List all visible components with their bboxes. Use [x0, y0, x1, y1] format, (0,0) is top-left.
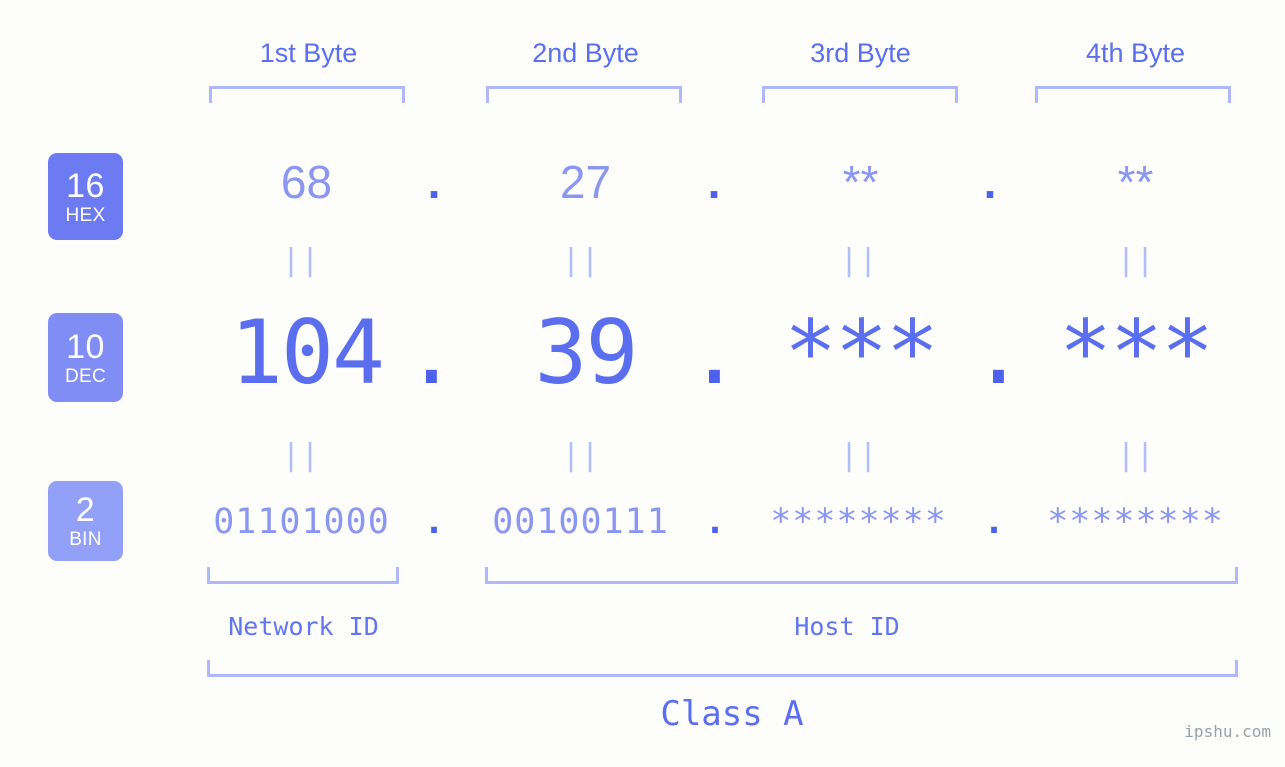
base-badge-bin-number: 2 [75, 491, 96, 529]
equals-connector-hex-dec-3: || [839, 243, 879, 278]
byte-bracket-top-4 [1035, 86, 1231, 103]
base-badge-hex-number: 16 [66, 166, 105, 205]
hex-separator-1: . [427, 156, 441, 208]
byte-bracket-top-3 [762, 86, 958, 103]
equals-connector-hex-dec-4: || [1116, 243, 1156, 278]
hex-byte-4: ** [1117, 156, 1154, 208]
base-badge-dec-number: 10 [66, 327, 105, 366]
host-id-bracket [485, 567, 1238, 584]
base-badge-hex: 16 HEX [48, 153, 123, 240]
equals-connector-hex-dec-2: || [561, 243, 601, 278]
bin-byte-3: ******** [770, 502, 947, 542]
hex-separator-2: . [707, 156, 721, 208]
hex-byte-1: 68 [280, 156, 333, 208]
ip-byte-breakdown-diagram: 1st Byte 2nd Byte 3rd Byte 4th Byte 16 H… [0, 0, 1285, 767]
byte-bracket-top-1 [209, 86, 405, 103]
byte-bracket-top-2 [486, 86, 682, 103]
base-badge-dec-name: DEC [64, 365, 106, 387]
dec-byte-4: *** [1059, 301, 1214, 404]
equals-connector-dec-bin-3: || [839, 438, 879, 473]
bin-separator-3: . [983, 502, 1005, 542]
network-id-label: Network ID [228, 612, 379, 641]
bin-byte-2: 00100111 [492, 502, 669, 542]
bin-byte-4: ******** [1047, 502, 1224, 542]
bin-separator-1: . [423, 502, 445, 542]
base-badge-hex-name: HEX [65, 204, 106, 226]
bin-byte-1: 01101000 [213, 502, 390, 542]
hex-byte-3: ** [842, 156, 879, 208]
dec-separator-1: . [405, 301, 458, 404]
base-badge-bin: 2 BIN [48, 481, 123, 561]
equals-connector-dec-bin-2: || [561, 438, 601, 473]
base-badge-bin-name: BIN [69, 529, 102, 550]
byte-header-2: 2nd Byte [532, 38, 639, 68]
equals-connector-hex-dec-1: || [281, 243, 321, 278]
byte-header-3: 3rd Byte [810, 38, 911, 68]
base-badge-dec: 10 DEC [48, 313, 123, 402]
hex-byte-2: 27 [559, 156, 612, 208]
bin-separator-2: . [704, 502, 726, 542]
equals-connector-dec-bin-1: || [281, 438, 321, 473]
equals-connector-dec-bin-4: || [1116, 438, 1156, 473]
dec-byte-1: 104 [230, 301, 385, 404]
site-watermark: ipshu.com [1184, 722, 1271, 741]
network-id-bracket [207, 567, 399, 584]
host-id-label: Host ID [794, 612, 900, 641]
class-label: Class A [660, 694, 804, 734]
class-bracket [207, 660, 1238, 677]
hex-separator-3: . [983, 156, 997, 208]
dec-byte-2: 39 [534, 301, 639, 404]
byte-header-1: 1st Byte [259, 38, 358, 68]
dec-separator-2: . [688, 301, 741, 404]
dec-byte-3: *** [784, 301, 939, 404]
byte-header-4: 4th Byte [1085, 38, 1186, 68]
